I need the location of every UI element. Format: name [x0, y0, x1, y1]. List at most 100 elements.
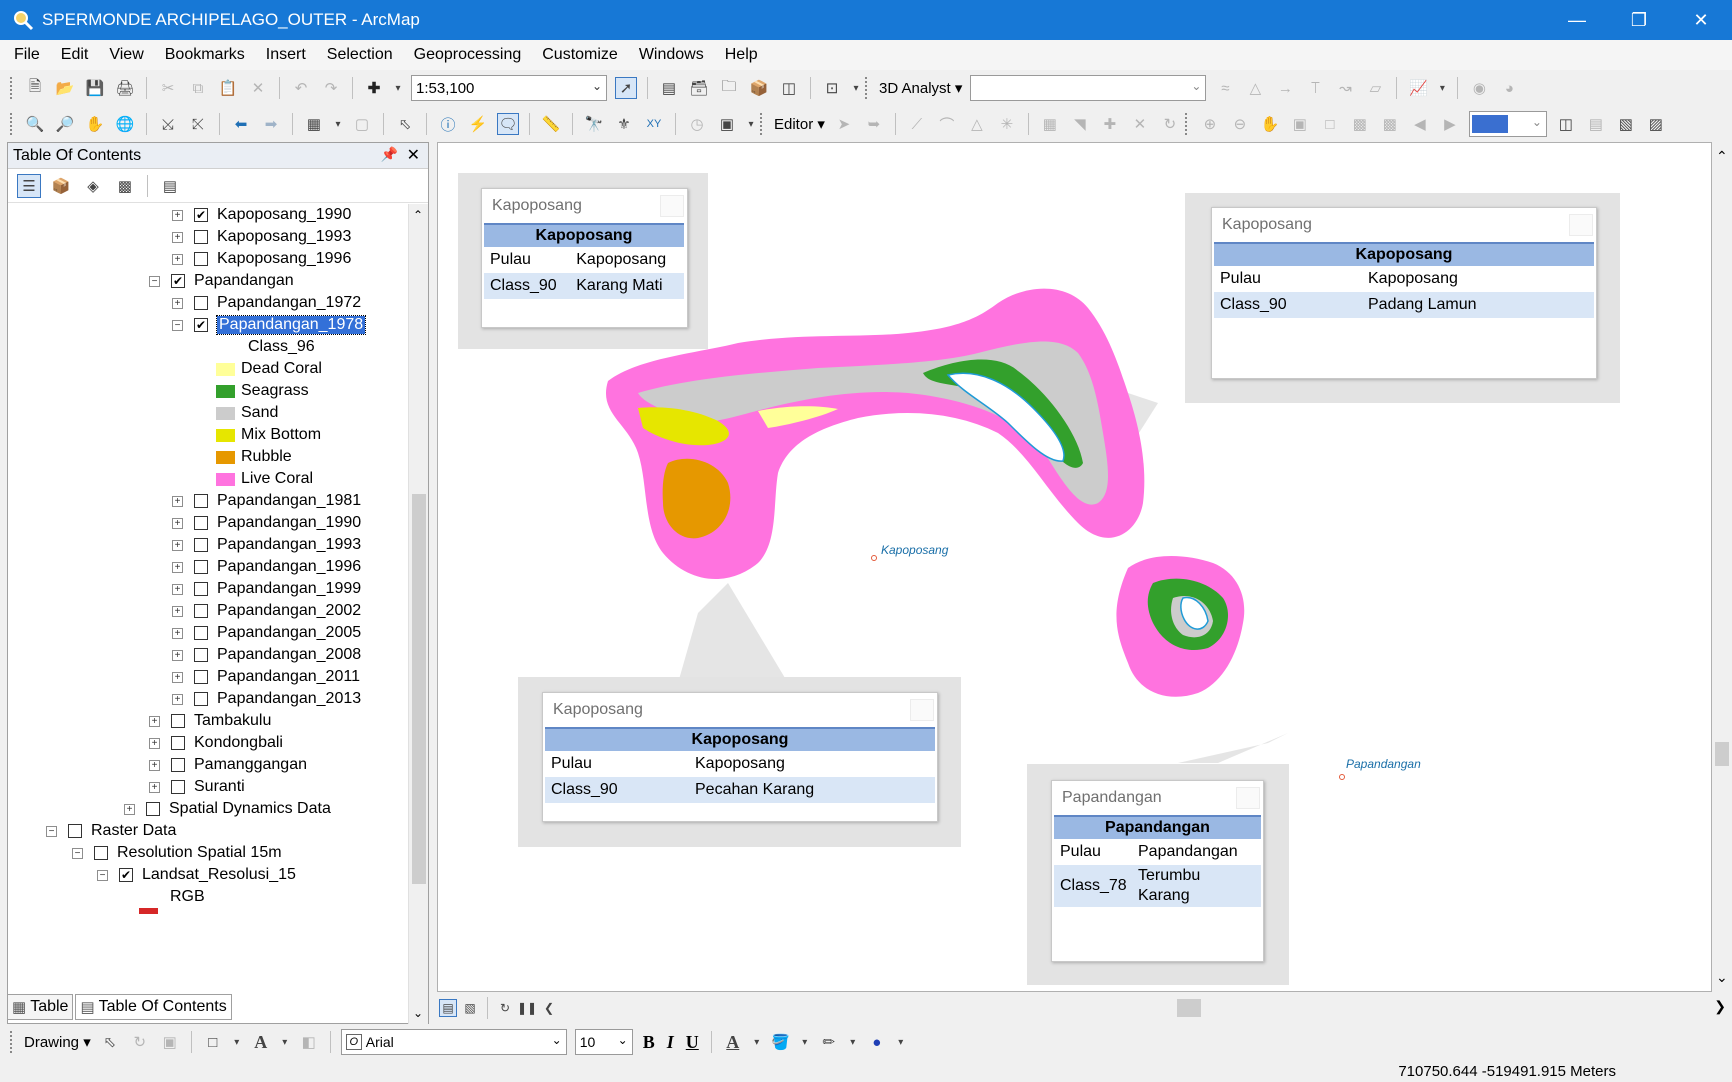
layer-checkbox[interactable] — [194, 648, 208, 662]
data-driven-pages-icon[interactable]: ▨ — [1645, 113, 1667, 135]
layout-zoom-combo[interactable]: ⌄ — [1468, 111, 1547, 137]
print-icon[interactable]: 🖨 — [114, 77, 136, 99]
layer-label[interactable]: Papandangan_2002 — [217, 602, 361, 620]
toc-group-row[interactable]: + Kondongbali — [149, 732, 283, 754]
menu-insert[interactable]: Insert — [266, 46, 306, 64]
expand-plus-icon[interactable]: + — [172, 297, 183, 309]
undo-icon[interactable]: ↶ — [290, 77, 312, 99]
toc-layer-row[interactable]: + Papandangan_2005 — [172, 622, 361, 644]
toolbar-grip[interactable] — [10, 113, 14, 135]
forward-page-icon[interactable]: ▶ — [1439, 113, 1461, 135]
toc-group-row[interactable]: + Tambakulu — [149, 710, 271, 732]
copy-icon[interactable]: ⧉ — [187, 77, 209, 99]
identify-icon[interactable]: ⓘ — [437, 113, 459, 135]
profile-graph-icon[interactable]: 📈 — [1407, 77, 1429, 99]
restore-button[interactable]: ❐ — [1608, 0, 1670, 40]
toc-group-row[interactable]: + Suranti — [149, 776, 245, 798]
legend-item[interactable]: Dead Coral — [216, 358, 322, 380]
group-label[interactable]: Kondongbali — [194, 734, 283, 752]
marker-color-dropdown-icon[interactable]: ▾ — [896, 1031, 906, 1053]
midpoint-icon[interactable]: ✳ — [996, 113, 1018, 135]
group-label[interactable]: Resolution Spatial 15m — [117, 844, 282, 862]
expand-plus-icon[interactable]: + — [172, 693, 183, 705]
zoom-whole-page-icon[interactable]: ▣ — [1289, 113, 1311, 135]
fixed-zoom-in-icon[interactable]: ⤩ — [157, 113, 179, 135]
expand-plus-icon[interactable]: + — [172, 517, 183, 529]
layer-checkbox[interactable] — [194, 670, 208, 684]
layer-checkbox[interactable] — [194, 626, 208, 640]
popup-close-button[interactable] — [1236, 787, 1260, 809]
map-vertical-scrollbar[interactable]: ⌃ ⌄ — [1712, 142, 1732, 992]
expand-plus-icon[interactable]: + — [149, 715, 160, 727]
edit-vertices-icon[interactable]: ▦ — [1039, 113, 1061, 135]
layer-label[interactable]: Kapoposang_1996 — [217, 250, 351, 268]
pan-hand-icon[interactable]: ✋ — [84, 113, 106, 135]
editor-toolbar-icon[interactable]: ➚ — [615, 77, 637, 99]
layout-zoom-out-icon[interactable]: ⊖ — [1229, 113, 1251, 135]
list-by-selection-icon[interactable]: ▩ — [113, 174, 137, 198]
expand-plus-icon[interactable]: + — [172, 231, 183, 243]
layer-label[interactable]: Papandangan_1996 — [217, 558, 361, 576]
legend-item[interactable]: Sand — [216, 402, 278, 424]
expand-plus-icon[interactable]: + — [149, 781, 160, 793]
zoom-to-selected-icon[interactable]: ▣ — [159, 1031, 181, 1053]
profile-dropdown-icon[interactable]: ▾ — [1437, 77, 1447, 99]
contour-icon[interactable]: ≈ — [1214, 77, 1236, 99]
legend-item[interactable]: Mix Bottom — [216, 424, 321, 446]
pause-drawing-icon[interactable]: ❚❚ — [517, 999, 537, 1017]
point-icon[interactable]: △ — [966, 113, 988, 135]
toc-layer-row[interactable]: + Papandangan_1972 — [172, 292, 361, 314]
straight-segment-icon[interactable]: ⟋ — [906, 113, 928, 135]
popup-close-button[interactable] — [910, 699, 934, 721]
menu-file[interactable]: File — [14, 46, 40, 64]
toc-layer-row[interactable]: + ✔ Kapoposang_1990 — [172, 204, 351, 226]
identify-popup[interactable]: Kapoposang Kapoposang Pulau Kapoposang Cl… — [542, 692, 938, 822]
expand-plus-icon[interactable]: + — [124, 803, 135, 815]
list-by-drawing-order-icon[interactable]: ☰ — [17, 173, 41, 198]
select-dropdown-icon[interactable]: ▾ — [333, 113, 343, 135]
layer-checkbox[interactable] — [194, 692, 208, 706]
drawing-menu[interactable]: Drawing ▾ — [24, 1033, 91, 1051]
new-document-icon[interactable]: 🗎 — [24, 77, 46, 99]
tab-table[interactable]: ▦ Table — [7, 994, 74, 1020]
map-scale-combo[interactable]: 1:53,100 ⌄ — [411, 75, 607, 101]
clear-selection-icon[interactable]: ▢ — [351, 113, 373, 135]
expand-plus-icon[interactable]: + — [172, 253, 183, 265]
curve-icon[interactable]: ⌒ — [936, 113, 958, 135]
toc-group-row[interactable]: + Pamanggangan — [149, 754, 307, 776]
italic-button[interactable]: I — [667, 1032, 674, 1053]
toolbar-grip[interactable] — [1184, 113, 1189, 135]
layout-zoom-in-icon[interactable]: ⊕ — [1199, 113, 1221, 135]
forward-extent-icon[interactable]: ➡ — [260, 113, 282, 135]
font-size-combo[interactable]: 10 ⌄ — [574, 1029, 633, 1055]
toolbar-grip[interactable] — [760, 113, 764, 135]
layer-checkbox[interactable] — [194, 252, 208, 266]
font-color-dropdown-icon[interactable]: ▾ — [752, 1031, 762, 1053]
layer-label-selected[interactable]: Papandangan_1978 — [215, 315, 367, 335]
expand-plus-icon[interactable]: + — [172, 583, 183, 595]
rotate-icon[interactable]: ↻ — [1159, 113, 1181, 135]
toc-layer-row[interactable]: + Papandangan_2002 — [172, 600, 361, 622]
close-icon[interactable]: ✕ — [407, 145, 420, 165]
cut-polygon-icon[interactable]: ✚ — [1099, 113, 1121, 135]
sand-swatch[interactable] — [216, 406, 235, 420]
expand-plus-icon[interactable]: + — [149, 759, 160, 771]
zoom-in-icon[interactable]: 🔍 — [24, 113, 46, 135]
layer-checkbox[interactable] — [194, 296, 208, 310]
mix-bottom-swatch[interactable] — [216, 428, 235, 442]
edit-vertices-icon[interactable]: ◧ — [298, 1031, 320, 1053]
toc-layer-row[interactable]: + Papandangan_2008 — [172, 644, 361, 666]
expand-plus-icon[interactable]: + — [172, 495, 183, 507]
group-label[interactable]: Suranti — [194, 778, 245, 796]
menu-geoprocessing[interactable]: Geoprocessing — [414, 46, 522, 64]
layer-label[interactable]: Landsat_Resolusi_15 — [142, 866, 296, 884]
identify-popup[interactable]: Kapoposang Kapoposang Pulau Kapoposang Cl… — [481, 188, 688, 328]
list-by-source-icon[interactable]: 📦 — [49, 174, 73, 198]
toc-vertical-scrollbar[interactable]: ⌃ ⌄ — [408, 204, 428, 1024]
catalog-icon[interactable]: 🗃 — [688, 77, 710, 99]
layer-label[interactable]: Kapoposang_1990 — [217, 206, 351, 224]
toc-layer-row[interactable]: + Papandangan_2013 — [172, 688, 361, 710]
scroll-up-icon[interactable]: ⌃ — [1716, 148, 1728, 165]
expand-plus-icon[interactable]: + — [172, 627, 183, 639]
modelbuilder-icon[interactable]: ⊡ — [821, 77, 843, 99]
